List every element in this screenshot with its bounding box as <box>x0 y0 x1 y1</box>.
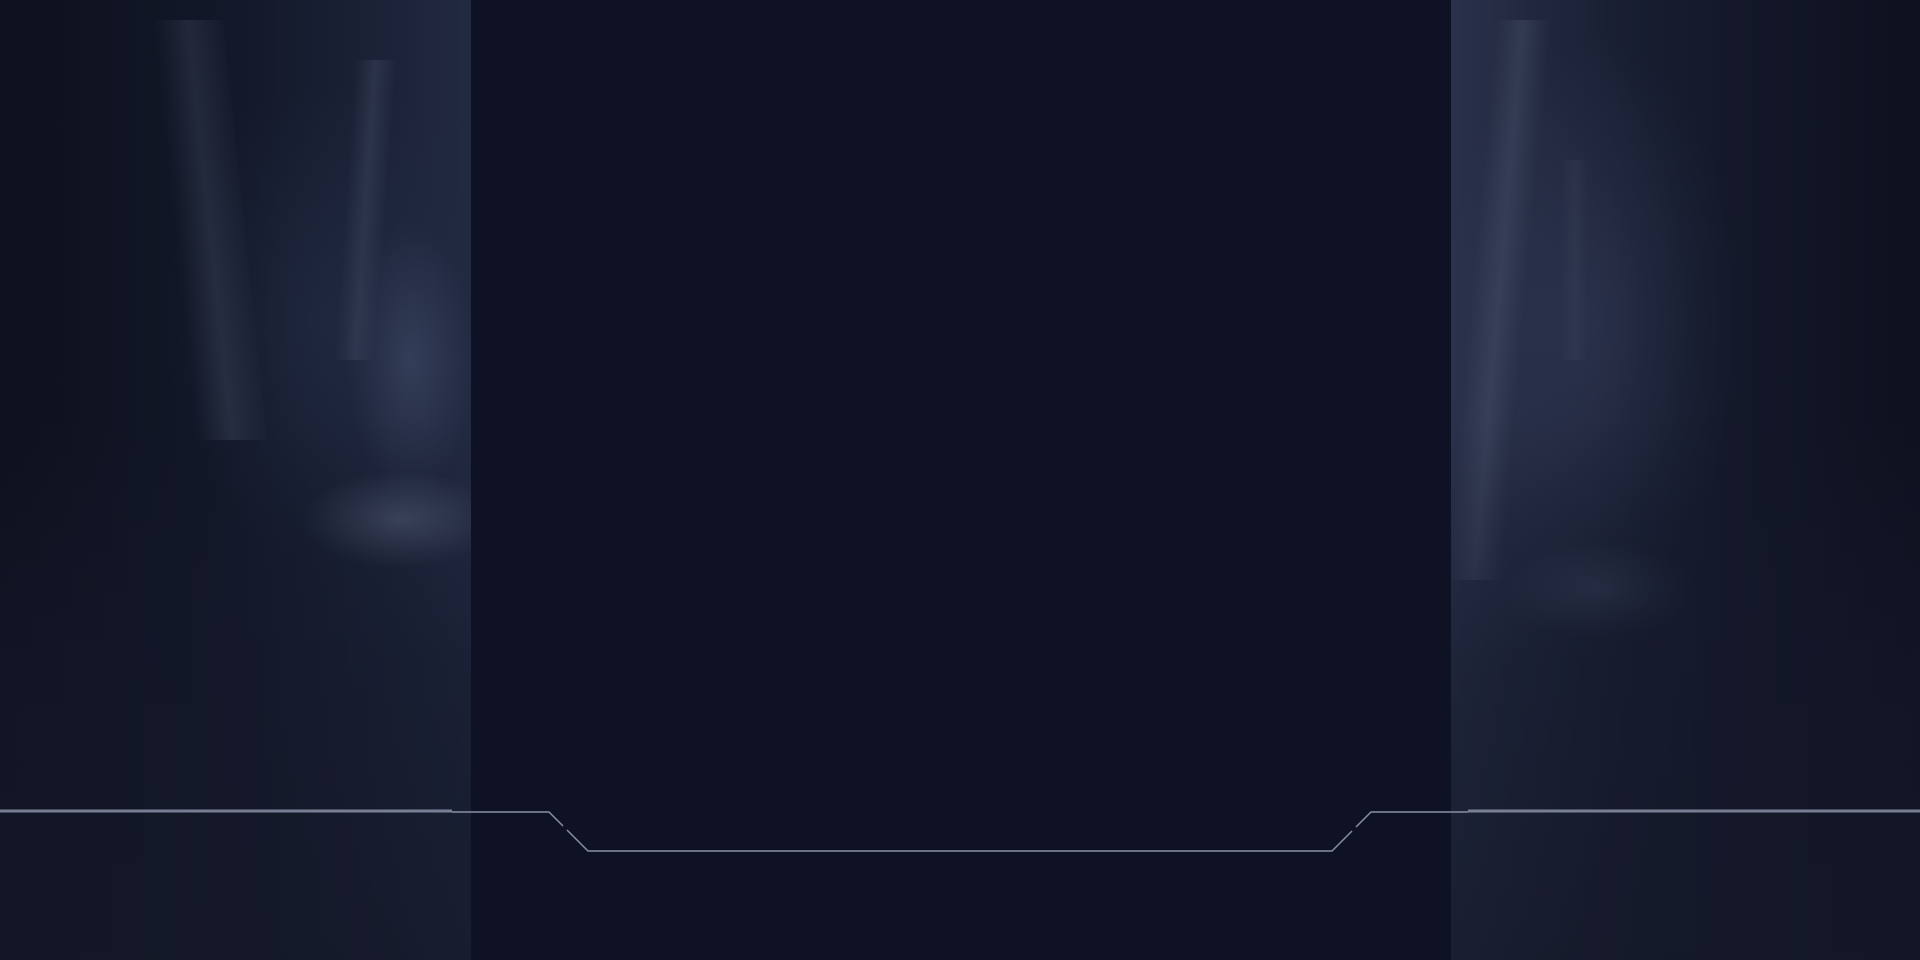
right-forest-panel <box>1451 0 1920 960</box>
loading-screen <box>0 0 1920 960</box>
fog-overlay <box>1451 420 1920 960</box>
fog-overlay <box>0 420 471 960</box>
left-forest-panel <box>0 0 471 960</box>
center-panel <box>471 0 1451 960</box>
